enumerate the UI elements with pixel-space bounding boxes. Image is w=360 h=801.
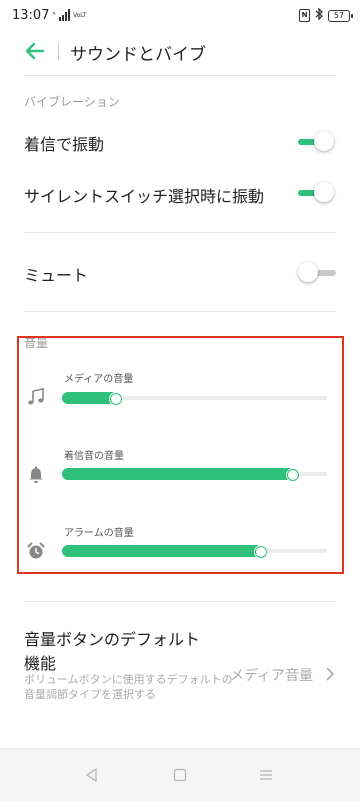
nav-home-icon[interactable] [172,767,188,783]
bell-icon [26,464,46,484]
section-label-vibration: バイブレーション [24,95,120,109]
chevron-right-icon[interactable] [325,666,335,681]
divider [24,75,336,76]
mute-label: ミュート [24,266,89,285]
ringtone-volume-label: 着信音の音量 [64,451,124,462]
network-indicators: ° VoLTE [52,9,87,21]
status-bar: 13:07 ° VoLTE N 57 [0,0,360,32]
vibrate-silent-switch-label: サイレントスイッチ選択時に振動 [24,187,265,206]
vibrate-on-ring-toggle[interactable] [298,131,336,153]
divider [24,232,336,233]
volte-badge: VoLTE [73,11,87,19]
vibrate-on-ring-label: 着信で振動 [24,135,105,154]
page-title: サウンドとバイブ [70,45,206,65]
nav-back-icon[interactable] [84,767,100,783]
signal-icon [59,9,70,21]
alarm-volume-slider-thumb[interactable] [255,546,267,558]
mute-toggle[interactable] [298,262,336,284]
bluetooth-icon [315,7,323,23]
battery-icon: 57 [328,9,353,22]
ringtone-volume-fill [62,468,295,480]
default-volume-button-value[interactable]: メディア音量 [230,665,313,685]
back-arrow-icon[interactable] [24,40,46,62]
status-time: 13:07 [12,8,50,23]
status-right-icons: N 57 [299,7,353,23]
nfc-icon: N [299,9,310,22]
alarm-volume-fill [62,545,263,557]
divider [24,311,336,312]
data-activity-icon: ° [52,10,56,20]
media-volume-label: メディアの音量 [64,374,134,385]
alarm-clock-icon [26,541,46,561]
navigation-bar [0,748,360,801]
divider [24,601,336,602]
header-divider [58,43,59,60]
default-volume-button-title[interactable]: 音量ボタンのデフォルト機能 [24,628,214,676]
alarm-volume-label: アラームの音量 [64,528,134,539]
music-note-icon [26,387,46,407]
media-volume-slider-thumb[interactable] [110,393,122,405]
nav-menu-icon[interactable] [258,767,274,783]
ringtone-volume-slider-thumb[interactable] [287,469,299,481]
vibrate-silent-switch-toggle[interactable] [298,182,336,204]
default-volume-button-description: ボリュームボタンに使用するデフォルトの音量調節タイプを選択する [24,673,233,701]
